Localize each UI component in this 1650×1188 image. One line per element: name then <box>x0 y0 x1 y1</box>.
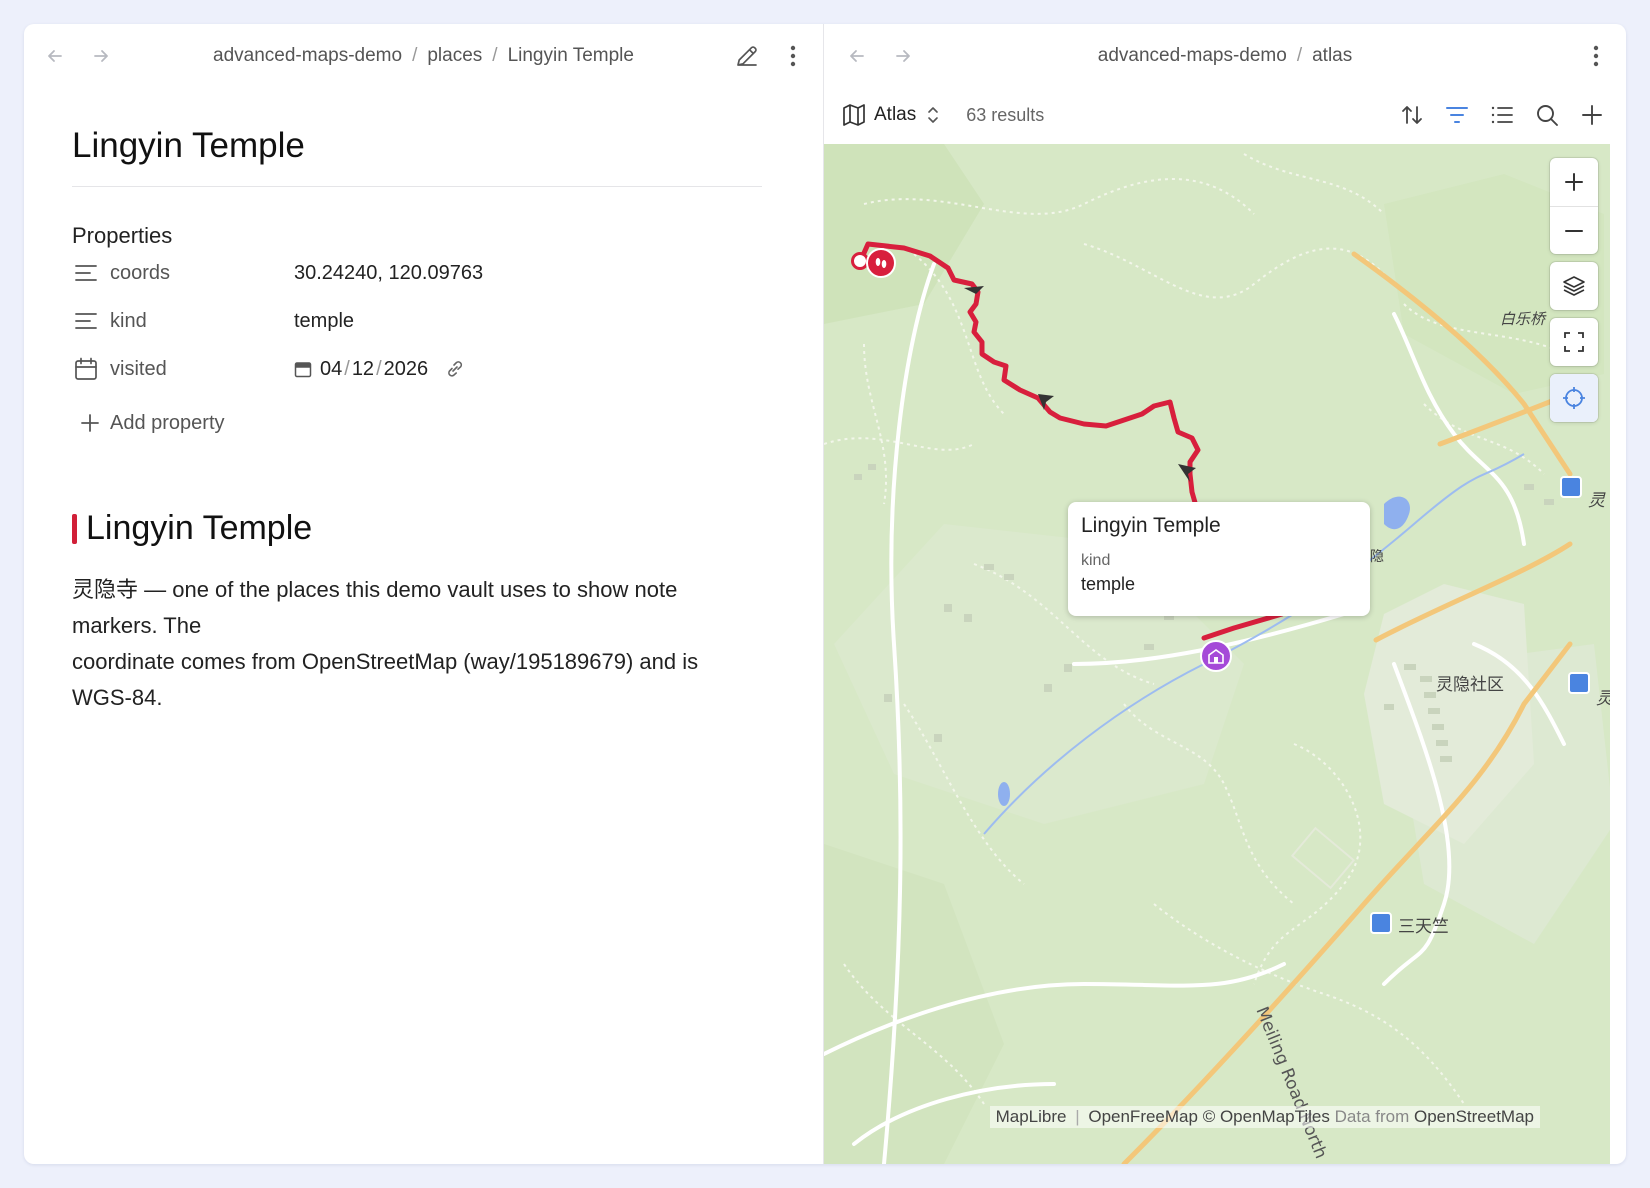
text-lines-icon <box>72 259 100 287</box>
edit-pencil-icon[interactable] <box>731 40 763 72</box>
atlas-pane: advanced-maps-demo / atlas Atlas 63 resu… <box>824 24 1626 1164</box>
date-separator: / <box>344 357 350 380</box>
back-arrow-icon[interactable] <box>42 43 68 69</box>
filter-icon[interactable] <box>1441 99 1473 131</box>
breadcrumb-separator: / <box>1296 45 1303 66</box>
property-key: visited <box>110 357 167 380</box>
note-pane: advanced-maps-demo / places / Lingyin Te… <box>24 24 824 1164</box>
note-content: Lingyin Temple Properties coords 30.2424… <box>24 88 823 716</box>
property-key: coords <box>110 261 171 284</box>
attribution-osm-link[interactable]: OpenStreetMap <box>1414 1107 1534 1126</box>
properties-heading[interactable]: Properties <box>72 223 775 249</box>
popup-property-value: temple <box>1081 574 1136 594</box>
breadcrumb-folder[interactable]: places <box>427 45 482 67</box>
text-lines-icon <box>72 307 100 335</box>
base-toolbar: Atlas 63 results <box>824 88 1626 142</box>
hiking-marker-icon[interactable] <box>866 248 896 278</box>
breadcrumb-separator: / <box>492 45 498 66</box>
map-label-lingyin-community: 灵隐社区 <box>1436 675 1504 695</box>
calendar-icon <box>72 355 100 383</box>
breadcrumb-vault[interactable]: advanced-maps-demo <box>213 45 402 67</box>
map-attribution: MapLibre | OpenFreeMap © OpenMapTiles Da… <box>989 1106 1540 1128</box>
marker-popup[interactable]: Lingyin Temple kind temple <box>1068 502 1370 616</box>
temple-marker-icon[interactable] <box>1200 640 1232 672</box>
property-row-coords[interactable]: coords 30.24240, 120.09763 <box>72 249 775 297</box>
map-icon <box>842 103 866 127</box>
view-selector[interactable]: Atlas <box>842 103 940 127</box>
more-options-icon[interactable] <box>1580 40 1612 72</box>
plus-icon <box>76 414 104 432</box>
bus-stop-icon[interactable] <box>1560 476 1582 498</box>
search-icon[interactable] <box>1531 99 1563 131</box>
chevron-updown-icon <box>926 105 940 125</box>
map-controls <box>1550 158 1598 422</box>
map-label-yin-partial: 隐 <box>1370 549 1384 565</box>
attribution-maplibre-link[interactable]: MapLibre <box>996 1107 1067 1126</box>
date-calendar-icon[interactable] <box>294 360 312 378</box>
map-canvas[interactable]: 白乐桥 灵隐社区 三天竺 灵 灵 隐 Meiling Road North Li… <box>824 144 1610 1164</box>
map-label-ling-partial: 灵 <box>1588 491 1605 511</box>
breadcrumb-base[interactable]: atlas <box>1312 45 1352 67</box>
breadcrumb-vault[interactable]: advanced-maps-demo <box>1098 45 1287 67</box>
heading-marker <box>72 513 77 544</box>
property-row-visited[interactable]: visited 04 / 12 / 2026 <box>72 345 775 393</box>
forward-arrow-icon[interactable] <box>88 43 114 69</box>
list-properties-icon[interactable] <box>1486 99 1518 131</box>
link-icon[interactable] <box>444 358 466 380</box>
note-heading[interactable]: Lingyin Temple <box>72 509 775 548</box>
property-value[interactable]: temple <box>294 310 354 333</box>
popup-property-key: kind <box>1081 552 1111 569</box>
attribution-openmaptiles-link[interactable]: © OpenMapTiles <box>1203 1107 1330 1126</box>
add-property-button[interactable]: Add property <box>72 399 775 447</box>
property-value[interactable]: 30.24240, 120.09763 <box>294 262 483 285</box>
note-topbar: advanced-maps-demo / places / Lingyin Te… <box>24 24 823 88</box>
map-label-ling-partial: 灵 <box>1596 684 1610 709</box>
date-separator: / <box>376 357 382 380</box>
layers-icon[interactable] <box>1550 262 1598 310</box>
property-key: kind <box>110 309 147 332</box>
note-body-text[interactable]: 灵隐寺 — one of the places this demo vault … <box>72 572 762 716</box>
map-label-bailejiao: 白乐桥 <box>1500 310 1546 328</box>
more-options-icon[interactable] <box>777 40 809 72</box>
app-window: advanced-maps-demo / places / Lingyin Te… <box>24 24 1626 1164</box>
breadcrumb-separator: / <box>412 45 418 66</box>
attribution-openfreemap-link[interactable]: OpenFreeMap <box>1088 1107 1198 1126</box>
fullscreen-icon[interactable] <box>1550 318 1598 366</box>
breadcrumb: advanced-maps-demo / places / Lingyin Te… <box>24 24 823 88</box>
zoom-in-icon[interactable] <box>1550 158 1598 206</box>
note-title[interactable]: Lingyin Temple <box>72 88 762 187</box>
bus-stop-icon[interactable] <box>1568 672 1590 694</box>
property-row-kind[interactable]: kind temple <box>72 297 775 345</box>
date-input[interactable]: 04 / 12 / 2026 <box>294 358 466 381</box>
add-property-label: Add property <box>110 411 225 434</box>
forward-arrow-icon[interactable] <box>890 43 916 69</box>
bus-stop-icon[interactable] <box>1370 912 1392 934</box>
locate-me-icon[interactable] <box>1550 374 1598 422</box>
date-year[interactable]: 2026 <box>384 358 429 381</box>
date-month[interactable]: 04 <box>320 358 342 381</box>
add-icon[interactable] <box>1576 99 1608 131</box>
date-day[interactable]: 12 <box>352 358 374 381</box>
map-label-santianzhu: 三天竺 <box>1398 917 1449 937</box>
attribution-data-from: Data from <box>1334 1107 1410 1126</box>
atlas-topbar: advanced-maps-demo / atlas <box>824 24 1626 88</box>
zoom-out-icon[interactable] <box>1550 206 1598 254</box>
view-name: Atlas <box>874 104 917 125</box>
sort-icon[interactable] <box>1396 99 1428 131</box>
popup-title[interactable]: Lingyin Temple <box>1081 514 1357 538</box>
breadcrumb-note[interactable]: Lingyin Temple <box>508 45 634 67</box>
note-heading-text: Lingyin Temple <box>86 509 313 547</box>
back-arrow-icon[interactable] <box>844 43 870 69</box>
result-count: 63 results <box>966 104 1045 125</box>
breadcrumb: advanced-maps-demo / atlas <box>824 24 1626 88</box>
